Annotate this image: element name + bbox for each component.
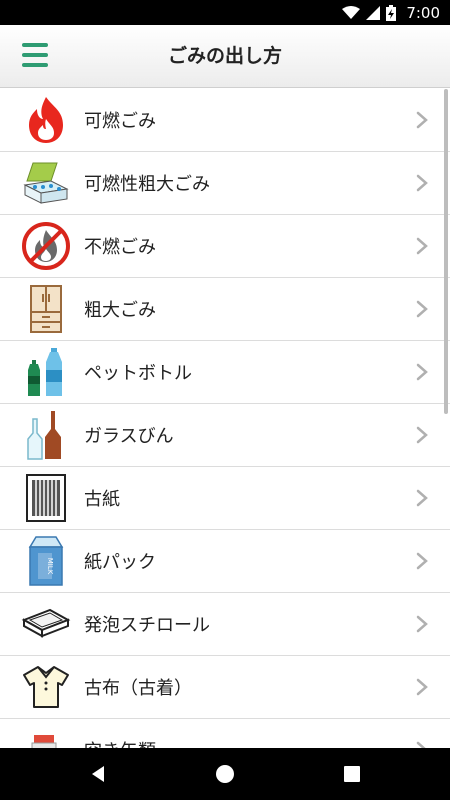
- list-item-label: 紙パック: [84, 552, 156, 573]
- list-item-burnable[interactable]: 可燃ごみ: [0, 89, 450, 152]
- hamburger-menu-icon[interactable]: [22, 43, 56, 71]
- cabinet-icon: [20, 283, 72, 335]
- list-item-label: 粗大ごみ: [84, 300, 156, 321]
- list-item-burnable-oversized[interactable]: 可燃性粗大ごみ: [0, 152, 450, 215]
- chevron-right-icon: [416, 552, 428, 570]
- list-item-non-burnable[interactable]: 不燃ごみ: [0, 215, 450, 278]
- list-item-label: 不燃ごみ: [84, 237, 156, 258]
- glass-bottle-icon: [20, 409, 72, 461]
- chevron-right-icon: [416, 174, 428, 192]
- list-item-label: 空き缶類: [84, 737, 156, 748]
- back-icon[interactable]: [86, 762, 110, 786]
- page-title: ごみの出し方: [167, 45, 282, 67]
- list-item-oversized[interactable]: 粗大ごみ: [0, 278, 450, 341]
- no-burn-icon: [20, 220, 72, 272]
- list-item-wastepaper[interactable]: 古紙: [0, 467, 450, 530]
- pet-bottle-icon: [20, 346, 72, 398]
- list-item-label: ペットボトル: [84, 363, 192, 384]
- list-item-label: 可燃ごみ: [84, 111, 156, 132]
- newspaper-icon: [20, 472, 72, 524]
- chevron-right-icon: [416, 426, 428, 444]
- chevron-right-icon: [416, 489, 428, 507]
- home-icon[interactable]: [213, 762, 237, 786]
- chevron-right-icon: [416, 300, 428, 318]
- app-bar: ごみの出し方: [0, 25, 450, 88]
- list-item-cans[interactable]: 空き缶類: [0, 719, 450, 748]
- chevron-right-icon: [416, 111, 428, 129]
- system-navigation-bar: [0, 748, 450, 800]
- status-bar: 7:00: [0, 0, 450, 25]
- books-bundle-icon: [20, 157, 72, 209]
- garbage-category-list: 可燃ごみ 可燃性粗大ごみ 不燃ごみ 粗大ごみ ペットボトル ガラスびん 古紙 M…: [0, 89, 450, 748]
- chevron-right-icon: [416, 237, 428, 255]
- chevron-right-icon: [416, 363, 428, 381]
- list-item-glass-bottle[interactable]: ガラスびん: [0, 404, 450, 467]
- list-item-label: 古布（古着）: [84, 678, 192, 699]
- chevron-right-icon: [416, 741, 426, 748]
- cellular-signal-icon: [366, 5, 381, 20]
- list-item-label: 発泡スチロール: [84, 615, 210, 636]
- list-item-label: 可燃性粗大ごみ: [84, 174, 210, 195]
- recents-icon[interactable]: [340, 762, 364, 786]
- list-item-paper-pack[interactable]: MILK 紙パック: [0, 530, 450, 593]
- status-time: 7:00: [406, 3, 440, 22]
- list-item-used-clothing[interactable]: 古布（古着）: [0, 656, 450, 719]
- fire-icon: [20, 94, 72, 146]
- wifi-icon: [342, 5, 361, 20]
- chevron-right-icon: [416, 678, 428, 696]
- chevron-right-icon: [416, 615, 428, 633]
- svg-text:MILK: MILK: [46, 558, 54, 575]
- can-icon: [20, 724, 72, 748]
- list-scrollbar[interactable]: [444, 89, 448, 414]
- shirt-icon: [20, 661, 72, 713]
- list-item-pet-bottle[interactable]: ペットボトル: [0, 341, 450, 404]
- foam-tray-icon: [20, 598, 72, 650]
- milk-carton-icon: MILK: [20, 535, 72, 587]
- battery-charging-icon: [386, 4, 397, 21]
- list-item-label: 古紙: [84, 489, 120, 510]
- list-item-styrofoam[interactable]: 発泡スチロール: [0, 593, 450, 656]
- list-item-label: ガラスびん: [84, 426, 174, 447]
